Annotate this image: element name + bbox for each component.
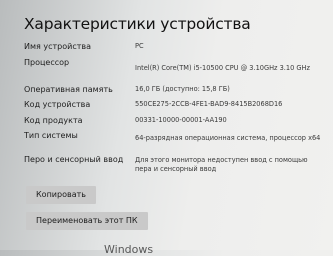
spec-label: Перо и сенсорный ввод [24,155,124,164]
spec-value: PC [135,42,144,50]
spec-label: Тип системы [24,131,78,140]
spec-value: Для этого монитора недоступен ввод с пом… [135,156,308,173]
page-title: Характеристики устройства [24,15,251,33]
spec-label: Процессор [24,58,70,67]
spec-value: Intel(R) Core(TM) i5-10500 CPU @ 3.10GHz… [135,64,310,72]
spec-value: 550CE275-2CCB-4FE1-BAD9-8415B2068D16 [135,100,283,108]
copy-button[interactable]: Копировать [26,186,96,204]
spec-label: Оперативная память [24,85,113,94]
spec-value: 16,0 ГБ (доступно: 15,8 ГБ) [135,85,230,93]
rename-pc-button[interactable]: Переименовать этот ПК [26,212,148,230]
spec-value: 64-разрядная операционная система, проце… [135,134,321,142]
spec-label: Код продукта [24,116,83,125]
spec-label: Имя устройства [24,42,92,51]
spec-label: Код устройства [24,100,91,109]
spec-value: 00331-10000-00001-AA190 [135,116,227,124]
